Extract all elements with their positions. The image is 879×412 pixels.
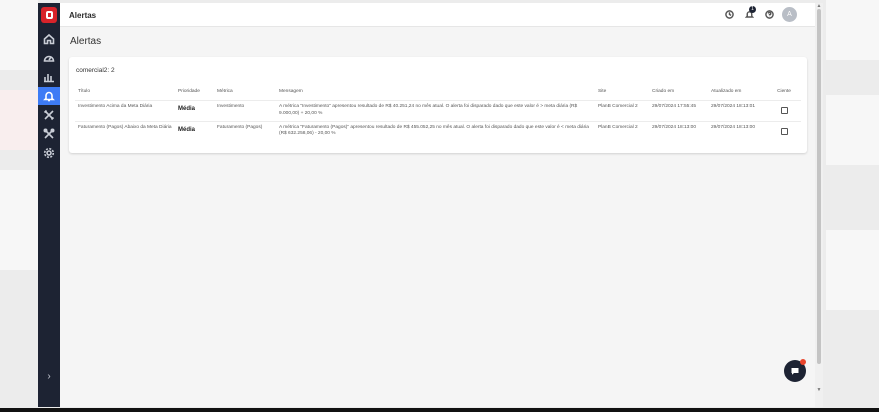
bell-icon: [43, 91, 55, 102]
brand-logo[interactable]: [41, 7, 57, 23]
bar-chart-icon: [44, 74, 54, 83]
cell-metrica: Faturamento (Pagos): [217, 124, 263, 130]
table-row[interactable]: Investimento Acima da Meta Diária Média …: [75, 100, 801, 122]
table-row[interactable]: Faturamento (Pagos) Abaixo da Meta Diári…: [75, 121, 801, 141]
column-header-titulo[interactable]: Título: [75, 89, 175, 101]
cell-mensagem: A métrica "Faturamento (Pagos)" apresent…: [279, 124, 589, 137]
notifications-button[interactable]: 1: [742, 5, 756, 22]
background-fragment: [0, 170, 38, 270]
card-title: comercial2: 2: [76, 67, 115, 74]
background-fragment: [826, 95, 879, 165]
chat-button[interactable]: [784, 359, 806, 382]
cell-atualizado-em: 29/07/2024 18:13:01: [711, 104, 756, 109]
cell-ciente: [767, 121, 801, 141]
sidebar-item-alerts[interactable]: [38, 87, 60, 105]
help-icon: [764, 10, 774, 19]
cell-metrica: Investimento: [217, 104, 245, 109]
background-fragment: [826, 0, 879, 60]
ciente-checkbox[interactable]: [780, 107, 788, 114]
ciente-checkbox[interactable]: [780, 127, 788, 135]
sidebar-item-tools[interactable]: [38, 106, 60, 124]
chat-notification-dot: [800, 359, 806, 365]
gear-icon: [43, 147, 55, 159]
cell-titulo: Faturamento (Pagos) Abaixo da Meta Diári…: [78, 124, 172, 130]
sidebar-item-home[interactable]: [38, 30, 60, 48]
cell-titulo: Investimento Acima da Meta Diária: [78, 104, 153, 109]
cell-criado-em: 29/07/2024 17:55:45: [652, 104, 697, 109]
sidebar: ›: [38, 3, 60, 407]
table-header-row: Título Prioridade Métrica Mensagem Site …: [75, 89, 801, 101]
alerts-card: comercial2: 2 Título Prioridade Métrica …: [69, 57, 807, 153]
column-header-metrica[interactable]: Métrica: [214, 89, 276, 101]
bottom-edge: [0, 408, 879, 412]
column-header-mensagem[interactable]: Mensagem: [276, 89, 595, 101]
column-header-site[interactable]: Site: [595, 89, 649, 101]
alerts-table: Título Prioridade Métrica Mensagem Site …: [75, 89, 801, 141]
cell-ciente: [767, 101, 801, 122]
cell-criado-em: 29/07/2024 18:13:00: [652, 124, 697, 130]
notification-badge: 1: [749, 5, 756, 13]
window-title: Alertas: [69, 11, 97, 20]
cell-atualizado-em: 29/07/2024 18:13:00: [711, 124, 756, 130]
sidebar-item-integrations[interactable]: [38, 125, 60, 143]
gauge-icon: [43, 55, 55, 62]
sidebar-expand-button[interactable]: ›: [47, 371, 50, 382]
cell-site: PlanB Comercial 2: [598, 124, 638, 130]
avatar[interactable]: A: [782, 7, 797, 22]
top-actions: 1 A: [722, 5, 797, 22]
column-header-prioridade[interactable]: Prioridade: [175, 89, 214, 101]
history-button[interactable]: [722, 8, 736, 22]
sidebar-item-dashboard[interactable]: [38, 49, 60, 67]
background-fragment: [0, 0, 38, 70]
sidebar-item-reports[interactable]: [38, 68, 60, 86]
help-button[interactable]: [762, 8, 776, 22]
column-header-atualizado-em[interactable]: Atualizado em: [708, 89, 767, 101]
chat-icon: [791, 368, 799, 375]
background-fragment: [0, 90, 38, 150]
cell-mensagem: A métrica "Investimento" apresentou resu…: [279, 104, 578, 116]
page-title: Alertas: [70, 36, 102, 47]
top-bar: Alertas 1 A: [60, 3, 815, 27]
background-fragment: [826, 230, 879, 310]
cell-site: PlanB Comercial 2: [598, 104, 638, 109]
home-icon: [43, 33, 55, 45]
scroll-thumb[interactable]: [817, 9, 821, 364]
vertical-scrollbar[interactable]: ▲ ▼: [815, 3, 823, 407]
tools-icon: [43, 109, 55, 121]
cell-prioridade: Média: [178, 126, 196, 133]
main-window: Alertas 1 A Alertas comercial2: 2 Título…: [60, 3, 823, 407]
column-header-ciente[interactable]: Ciente: [767, 89, 801, 101]
scroll-down-arrow[interactable]: ▼: [816, 387, 822, 393]
column-header-criado-em[interactable]: Criado em: [649, 89, 708, 101]
cell-prioridade: Média: [178, 106, 196, 112]
sidebar-item-settings[interactable]: [38, 144, 60, 162]
clock-icon: [724, 10, 734, 19]
crossed-tools-icon: [43, 128, 55, 139]
